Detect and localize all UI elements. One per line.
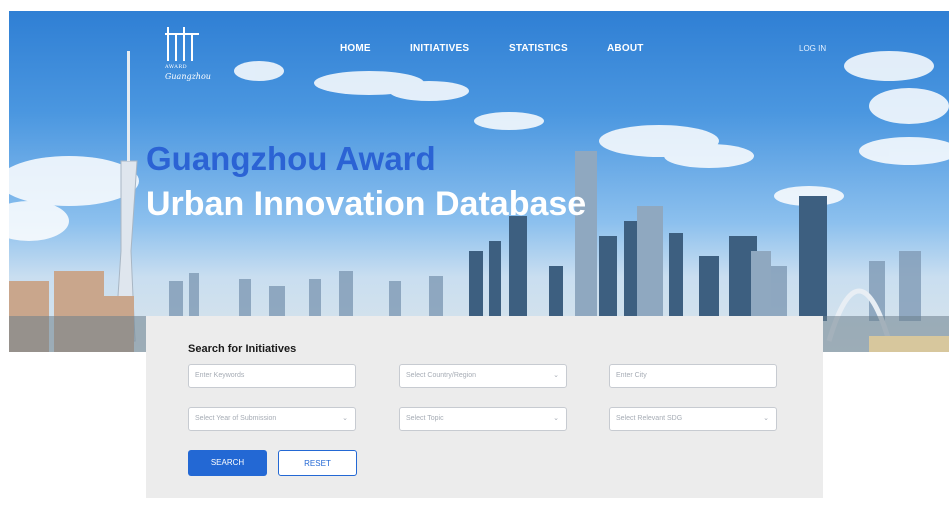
chevron-down-icon: ⌄ <box>342 415 348 422</box>
logo-columns-icon <box>165 27 199 61</box>
country-select[interactable]: Select Country/Region ⌄ <box>399 364 567 388</box>
city-input[interactable]: Enter City <box>609 364 777 388</box>
hero-title-line1: Guangzhou Award <box>146 140 436 177</box>
year-select[interactable]: Select Year of Submission ⌄ <box>188 407 356 431</box>
search-panel: Search for Initiatives Enter Keywords Se… <box>146 316 823 498</box>
sdg-select[interactable]: Select Relevant SDG ⌄ <box>609 407 777 431</box>
guangzhou-award-logo[interactable]: AWARD Guangzhou <box>157 27 217 89</box>
chevron-down-icon: ⌄ <box>763 415 769 422</box>
keywords-input[interactable]: Enter Keywords <box>188 364 356 388</box>
topic-select[interactable]: Select Topic ⌄ <box>399 407 567 431</box>
topic-placeholder: Select Topic <box>406 415 444 422</box>
city-skyline-image <box>9 51 949 352</box>
chevron-down-icon: ⌄ <box>553 415 559 422</box>
hero-title-line2: Urban Innovation Database <box>146 185 587 223</box>
chevron-down-icon: ⌄ <box>553 372 559 379</box>
search-panel-title: Search for Initiatives <box>188 343 297 355</box>
search-button[interactable]: SEARCH <box>188 450 267 476</box>
hero-banner: AWARD Guangzhou HOME INITIATIVES STATIST… <box>9 11 949 352</box>
nav-home[interactable]: HOME <box>340 43 371 54</box>
nav-about[interactable]: ABOUT <box>607 43 644 54</box>
nav-statistics[interactable]: STATISTICS <box>509 43 568 54</box>
logo-text: AWARD Guangzhou <box>165 64 211 81</box>
reset-button[interactable]: RESET <box>278 450 357 476</box>
year-placeholder: Select Year of Submission <box>195 415 277 422</box>
city-placeholder: Enter City <box>616 372 647 379</box>
sdg-placeholder: Select Relevant SDG <box>616 415 683 422</box>
country-placeholder: Select Country/Region <box>406 372 477 379</box>
nav-initiatives[interactable]: INITIATIVES <box>410 43 469 54</box>
keywords-placeholder: Enter Keywords <box>195 372 245 379</box>
login-link[interactable]: LOG IN <box>799 44 826 53</box>
